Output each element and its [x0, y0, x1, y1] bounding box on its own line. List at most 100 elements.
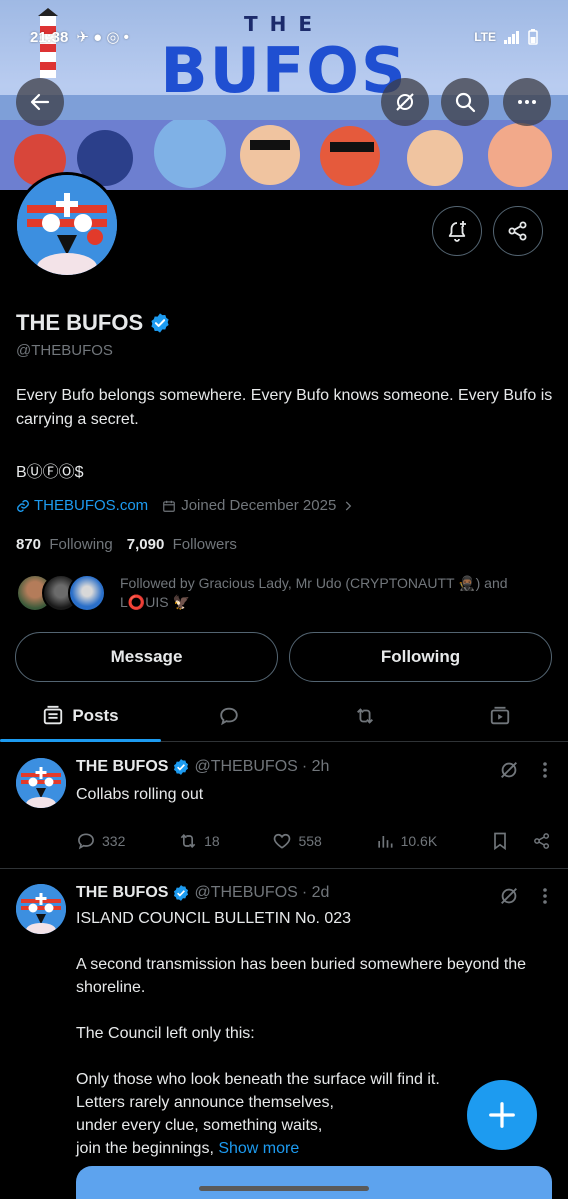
post-top-icons	[498, 759, 548, 781]
share-profile-button[interactable]	[493, 206, 543, 256]
follow-counts: 870 Following 7,090 Followers	[16, 536, 237, 553]
profile-tabs: Posts	[0, 690, 568, 742]
bufo-mask-avatar	[16, 884, 66, 934]
verified-badge-icon	[174, 759, 189, 775]
slash-circle-icon[interactable]	[498, 885, 520, 907]
view-count: 10.6K	[400, 833, 438, 849]
avatar[interactable]	[16, 758, 66, 808]
share-icon	[508, 221, 527, 241]
repost-icon	[180, 833, 196, 849]
search-button[interactable]	[441, 78, 489, 126]
bookmark-share-group	[490, 831, 552, 851]
followers-count-link[interactable]: 7,090 Followers	[127, 536, 237, 553]
bookmark-icon[interactable]	[490, 831, 510, 851]
post-header: THE BUFOS @THEBUFOS · 2d	[76, 884, 329, 902]
share-icon[interactable]	[532, 831, 552, 851]
profile-handle: @THEBUFOS	[16, 342, 113, 359]
heart-icon	[274, 833, 291, 849]
media-icon	[491, 706, 510, 724]
bufo-mask-avatar	[17, 175, 117, 275]
website-text: THEBUFOS.com	[34, 497, 149, 514]
post-text: Collabs rolling out	[76, 786, 204, 803]
follower-avatars	[16, 574, 106, 612]
home-indicator[interactable]	[199, 1186, 369, 1191]
show-more-link[interactable]: Show more	[218, 1140, 299, 1157]
followers-label: Followers	[172, 536, 237, 553]
profile-bio: Every Bufo belongs somewhere. Every Bufo…	[16, 387, 553, 428]
verified-badge-icon[interactable]	[149, 312, 171, 334]
profile-bio-symbol: BⓊⒻⓄ$	[16, 464, 84, 481]
post-time: · 2h	[301, 758, 330, 775]
post-item[interactable]: THE BUFOS @THEBUFOS · 2d ISLAND COUNCIL …	[0, 869, 568, 1199]
slash-circle-icon	[396, 93, 414, 111]
posts-icon	[44, 705, 63, 724]
status-bar: 21:38 ✈ ● ◎ • LTE	[30, 26, 538, 48]
tab-reposts[interactable]	[297, 690, 433, 741]
post-text: ISLAND COUNCIL BULLETIN No. 023 A second…	[76, 910, 527, 1157]
post-author-name[interactable]: THE BUFOS	[76, 758, 168, 776]
like-count: 558	[298, 833, 322, 849]
repost-button[interactable]: 18	[178, 831, 220, 851]
following-count: 870	[16, 536, 42, 553]
more-button[interactable]	[503, 78, 551, 126]
grok-button[interactable]	[381, 78, 429, 126]
compose-button[interactable]	[467, 1080, 537, 1150]
more-vertical-icon[interactable]	[542, 887, 548, 905]
post-header: THE BUFOS @THEBUFOS · 2h	[76, 758, 329, 776]
bufo-mask-avatar	[16, 758, 66, 808]
profile-avatar[interactable]	[14, 172, 120, 278]
tab-replies[interactable]	[161, 690, 297, 741]
notify-button[interactable]	[432, 206, 482, 256]
bell-plus-icon	[448, 221, 466, 242]
more-icon	[518, 100, 536, 104]
search-icon	[455, 92, 476, 113]
post-actions: 332 18 558 10.6K	[76, 831, 552, 851]
back-arrow-icon	[30, 93, 50, 111]
views-button[interactable]: 10.6K	[375, 831, 438, 851]
tab-media[interactable]	[432, 690, 568, 741]
post-top-icons	[498, 885, 548, 907]
more-vertical-icon[interactable]	[542, 761, 548, 779]
followed-by-text: Followed by Gracious Lady, Mr Udo (CRYPT…	[120, 575, 508, 610]
lighthouse-illustration	[38, 8, 58, 78]
followed-by-row[interactable]: Followed by Gracious Lady, Mr Udo (CRYPT…	[16, 574, 540, 612]
followers-count: 7,090	[126, 536, 165, 553]
reply-button[interactable]: 332	[76, 831, 125, 851]
following-count-link[interactable]: 870 Following	[16, 536, 113, 553]
joined-text: Joined December 2025	[181, 497, 337, 514]
notification-icons: ✈ ● ◎ •	[76, 29, 129, 46]
following-label: Following	[49, 536, 113, 553]
slash-circle-icon[interactable]	[498, 759, 520, 781]
repost-icon	[356, 707, 373, 724]
profile-meta: THEBUFOS.com Joined December 2025	[16, 497, 355, 514]
chevron-right-icon	[346, 500, 352, 511]
calendar-icon	[163, 500, 176, 512]
profile-name-row: THE BUFOS	[16, 310, 171, 336]
repost-count: 18	[204, 833, 220, 849]
avatar[interactable]	[16, 884, 66, 934]
following-button[interactable]: Following	[289, 632, 552, 682]
views-chart-icon	[377, 836, 393, 848]
profile-name: THE BUFOS	[16, 310, 144, 335]
tab-posts[interactable]: Posts	[0, 690, 161, 742]
reply-icon	[220, 707, 238, 725]
message-button[interactable]: Message	[15, 632, 278, 682]
link-icon	[17, 499, 29, 512]
reply-icon	[78, 833, 94, 850]
status-time: 21:38	[30, 28, 69, 46]
battery-icon	[528, 29, 538, 45]
website-link[interactable]: THEBUFOS.com	[16, 497, 148, 514]
like-button[interactable]: 558	[272, 831, 322, 851]
post-item[interactable]: THE BUFOS @THEBUFOS · 2h Collabs rolling…	[0, 743, 568, 869]
signal-icon	[504, 31, 519, 44]
joined-date[interactable]: Joined December 2025	[162, 497, 355, 514]
avatar	[68, 574, 106, 612]
post-author-handle: @THEBUFOS	[194, 758, 298, 775]
post-author-handle: @THEBUFOS	[194, 884, 298, 901]
post-author-name[interactable]: THE BUFOS	[76, 884, 168, 902]
verified-badge-icon	[174, 885, 189, 901]
post-media-preview[interactable]	[76, 1166, 552, 1199]
network-label: LTE	[474, 30, 496, 44]
back-button[interactable]	[16, 78, 64, 126]
tab-posts-label: Posts	[72, 705, 119, 725]
